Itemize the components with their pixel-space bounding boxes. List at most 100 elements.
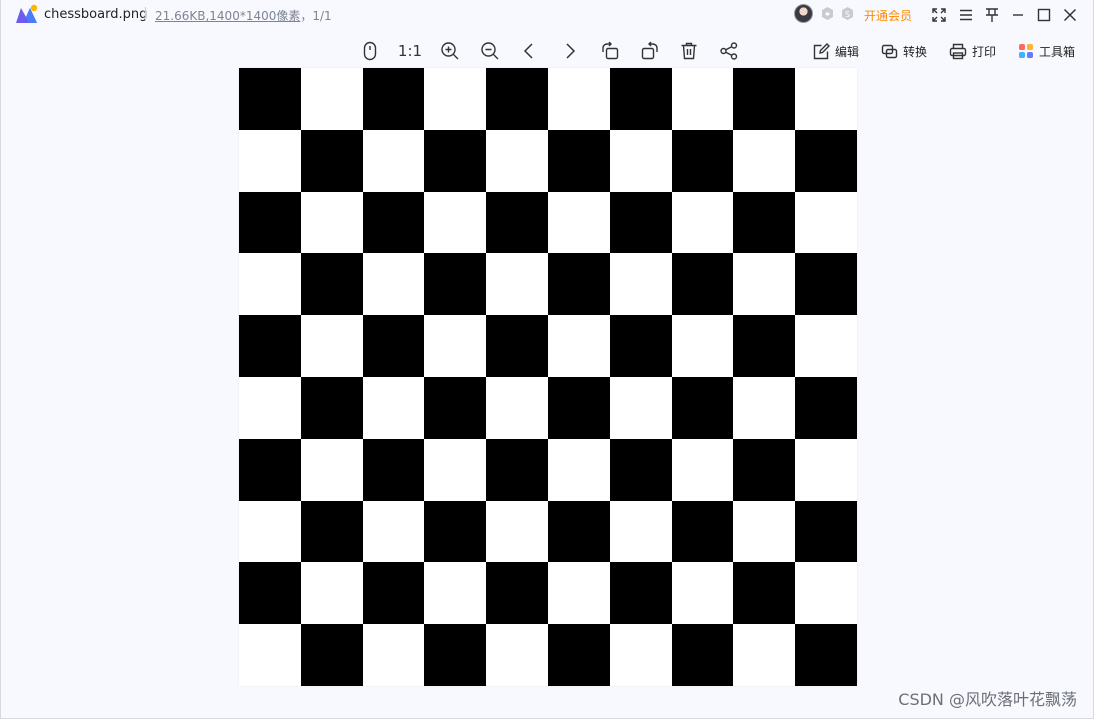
convert-label: 转换 [903, 44, 928, 59]
board-square [424, 500, 487, 563]
previous-image-button[interactable] [517, 39, 541, 63]
edit-icon [813, 42, 830, 59]
minimize-button[interactable] [1007, 4, 1029, 26]
app-logo-icon [16, 4, 38, 23]
board-square [609, 500, 672, 563]
board-square [300, 624, 363, 686]
board-square [609, 129, 672, 192]
board-square [795, 315, 857, 377]
board-square [424, 315, 487, 377]
toolbox-label: 工具箱 [1039, 44, 1076, 59]
mouse-mode-button[interactable] [358, 39, 382, 63]
board-square [733, 315, 796, 377]
board-square [239, 562, 301, 625]
watermark-text: CSDN @风吹落叶花飘荡 [898, 690, 1077, 709]
board-square [609, 438, 672, 501]
file-name: chessboard.png [44, 7, 148, 22]
board-square [733, 68, 796, 130]
close-button[interactable] [1059, 4, 1081, 26]
board-square [547, 315, 610, 377]
rotate-left-button[interactable] [598, 39, 622, 63]
board-square [547, 253, 610, 316]
file-size[interactable]: 21.66KB [155, 9, 205, 23]
board-square [239, 376, 301, 439]
edit-label: 编辑 [835, 44, 860, 59]
board-square [547, 191, 610, 254]
board-square [733, 562, 796, 625]
board-square [671, 562, 734, 625]
board-square [424, 624, 487, 686]
board-square [486, 129, 548, 192]
next-image-button[interactable] [558, 39, 582, 63]
board-square [300, 129, 363, 192]
share-icon [720, 42, 738, 60]
board-square [486, 624, 548, 686]
actual-size-button[interactable]: 1:1 [397, 39, 423, 63]
board-square [424, 68, 487, 130]
board-square [362, 253, 425, 316]
board-square [424, 253, 487, 316]
board-square [671, 624, 734, 686]
board-square [300, 253, 363, 316]
edit-button[interactable]: 编辑 [813, 40, 859, 62]
board-square [547, 438, 610, 501]
title-divider [145, 7, 146, 21]
board-square [671, 376, 734, 439]
board-square [547, 376, 610, 439]
board-square [609, 562, 672, 625]
board-square [362, 129, 425, 192]
board-square [300, 562, 363, 625]
board-square [300, 315, 363, 377]
board-square [609, 376, 672, 439]
maximize-icon [1037, 8, 1051, 22]
board-square [486, 500, 548, 563]
chevron-left-icon [523, 43, 533, 59]
board-square [486, 253, 548, 316]
board-square [733, 129, 796, 192]
image-dimensions[interactable]: ,1400*1400像素 [205, 9, 300, 23]
board-square [239, 315, 301, 377]
fullscreen-button[interactable] [928, 4, 950, 26]
board-square [239, 129, 301, 192]
board-square [795, 376, 857, 439]
board-square [795, 500, 857, 563]
board-square [362, 376, 425, 439]
toolbox-icon [1019, 44, 1033, 58]
svip-badge-icon[interactable]: S [840, 6, 855, 21]
convert-button[interactable]: 转换 [881, 40, 927, 62]
chevron-right-icon [566, 43, 576, 59]
zoom-in-button[interactable] [438, 39, 462, 63]
menu-button[interactable] [955, 4, 977, 26]
rotate-right-button[interactable] [638, 39, 662, 63]
board-square [239, 624, 301, 686]
maximize-button[interactable] [1033, 4, 1055, 26]
board-square [362, 315, 425, 377]
user-avatar[interactable] [794, 4, 813, 23]
board-square [486, 315, 548, 377]
delete-button[interactable] [677, 39, 701, 63]
board-square [547, 562, 610, 625]
title-bar: chessboard.png 21.66KB,1400*1400像素，1/1 S… [1, 0, 1093, 30]
board-square [795, 191, 857, 254]
membership-badge-icon[interactable] [820, 6, 835, 21]
print-label: 打印 [972, 44, 997, 59]
print-button[interactable]: 打印 [949, 40, 996, 62]
toolbox-button[interactable]: 工具箱 [1018, 40, 1075, 62]
zoom-in-icon [441, 42, 459, 60]
mouse-icon [363, 41, 377, 61]
convert-icon [881, 44, 898, 58]
board-square [609, 191, 672, 254]
chessboard-image[interactable] [239, 68, 857, 686]
board-square [547, 500, 610, 563]
share-button[interactable] [717, 39, 741, 63]
board-square [300, 68, 363, 130]
pin-button[interactable] [981, 4, 1003, 26]
open-vip-link[interactable]: 开通会员 [864, 7, 912, 24]
board-square [671, 68, 734, 130]
board-square [733, 438, 796, 501]
zoom-out-button[interactable] [478, 39, 502, 63]
board-square [362, 438, 425, 501]
board-square [671, 129, 734, 192]
rotate-left-icon [602, 41, 619, 60]
board-square [671, 315, 734, 377]
